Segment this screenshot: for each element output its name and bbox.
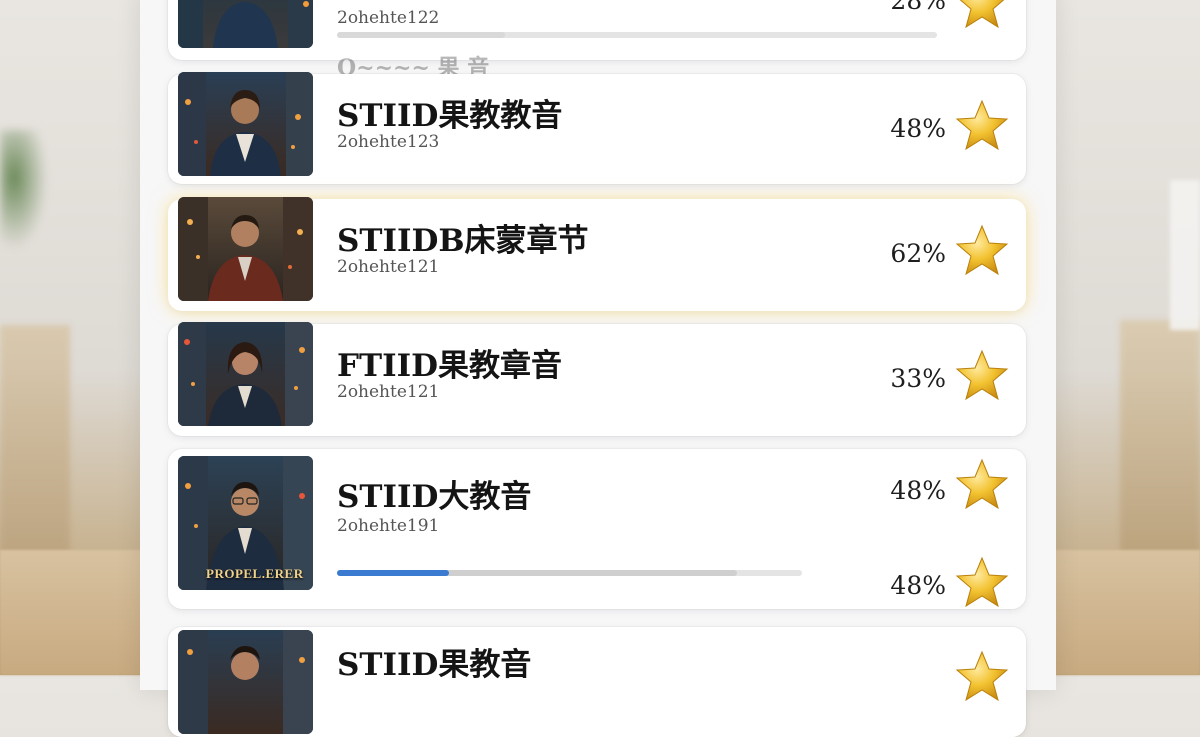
thumbnail-image	[178, 72, 313, 176]
background-book	[1170, 180, 1200, 330]
progress-bar[interactable]	[337, 570, 802, 576]
item-subtitle: 2ohehte121	[337, 382, 440, 402]
item-title: FTIID果教章音	[337, 348, 562, 384]
star-icon[interactable]	[954, 348, 1010, 404]
list-item[interactable]: FTIID果教章音 2ohehte121 33%	[168, 322, 1026, 436]
item-title: STIID果教教音	[337, 98, 563, 134]
thumbnail-image: PROPEL.ERER	[178, 456, 313, 590]
course-list-panel: 2ohehte122 28% Q~~~~ 果 音 STIID果教教音 2oheh…	[140, 0, 1056, 737]
star-icon[interactable]	[954, 649, 1010, 705]
item-percent: 28%	[890, 0, 946, 15]
background-plant	[0, 130, 48, 250]
list-item[interactable]: PROPEL.ERER STIID大教音 2ohehte191 48% 48%	[168, 449, 1026, 609]
thumbnail-image	[178, 322, 313, 426]
secondary-percent: 48%	[890, 571, 946, 600]
list-item[interactable]: 2ohehte122 28%	[168, 0, 1026, 60]
thumbnail-image	[178, 630, 313, 734]
background-shelf	[1120, 320, 1200, 560]
thumbnail-caption: PROPEL.ERER	[206, 566, 304, 581]
item-subtitle: 2ohehte191	[337, 516, 440, 536]
progress-fill	[337, 32, 505, 38]
background-shelf	[0, 325, 70, 555]
progress-fill	[337, 570, 449, 576]
item-subtitle: 2ohehte123	[337, 132, 440, 152]
item-subtitle: 2ohehte122	[337, 8, 440, 28]
item-percent: 48%	[890, 476, 946, 505]
item-title: STIID果教音	[337, 647, 532, 683]
progress-bar[interactable]	[337, 32, 937, 38]
item-percent: 48%	[890, 114, 946, 143]
item-percent: 62%	[890, 239, 946, 268]
star-icon[interactable]	[954, 555, 1010, 611]
item-title: STIID大教音	[337, 479, 532, 515]
star-icon[interactable]	[954, 457, 1010, 513]
star-icon[interactable]	[954, 223, 1010, 279]
list-item[interactable]: STIID果教音	[168, 627, 1026, 737]
list-item[interactable]: STIID果教教音 2ohehte123 48%	[168, 72, 1026, 184]
thumbnail-image	[178, 197, 313, 301]
star-icon[interactable]	[954, 98, 1010, 154]
list-item[interactable]: STIIDB床蒙章节 2ohehte121 62%	[168, 197, 1026, 311]
star-icon[interactable]	[954, 0, 1010, 32]
item-percent: 33%	[890, 364, 946, 393]
item-subtitle: 2ohehte121	[337, 257, 440, 277]
thumbnail-image	[178, 0, 313, 48]
item-title: STIIDB床蒙章节	[337, 223, 589, 259]
